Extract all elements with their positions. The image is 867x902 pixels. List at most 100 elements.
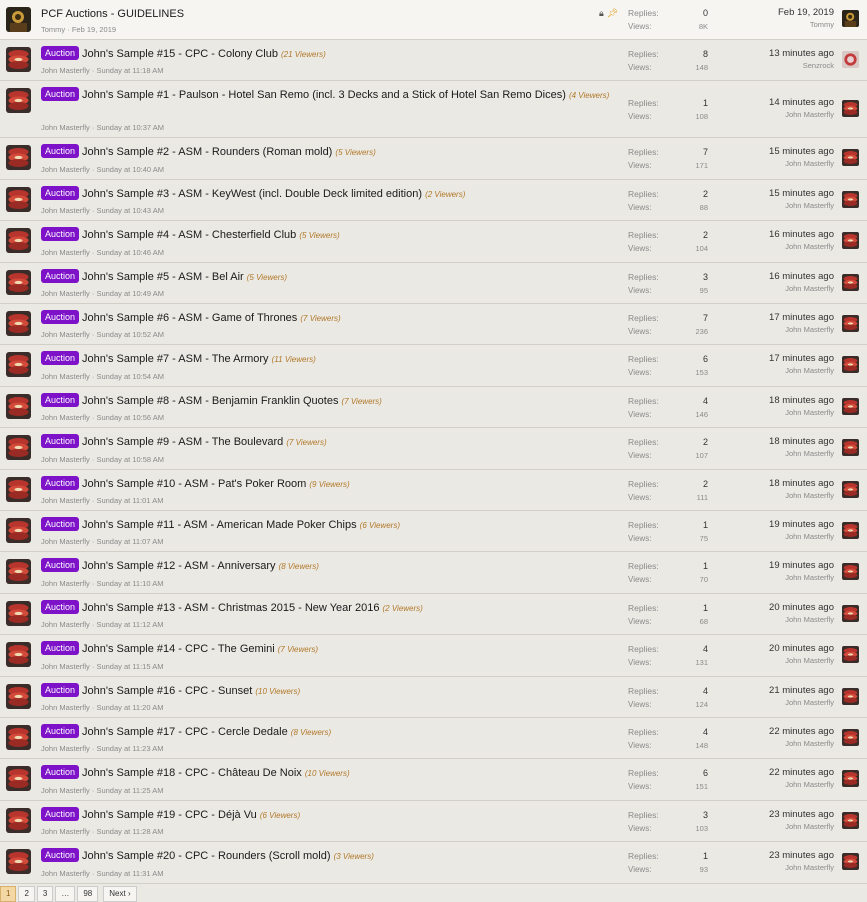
prefix-badge[interactable]: Auction [41, 392, 80, 407]
author-avatar[interactable] [6, 559, 31, 585]
prefix-badge[interactable]: Auction [41, 517, 80, 531]
prefix-badge[interactable]: Auction [41, 227, 80, 242]
last-post-time[interactable]: 20 minutes ago [769, 643, 834, 655]
prefix-badge[interactable]: Auction [41, 682, 80, 697]
thread-start-date[interactable]: Sunday at 11:01 AM [96, 496, 163, 505]
last-poster-avatar[interactable] [842, 480, 859, 498]
author-avatar[interactable] [6, 228, 31, 254]
thread-author[interactable]: John Masterfly [41, 165, 90, 174]
last-post-user[interactable]: John Masterfly [769, 697, 834, 709]
author-avatar[interactable] [6, 766, 31, 792]
thread-author[interactable]: John Masterfly [41, 786, 90, 795]
thread-title-link[interactable]: John's Sample #7 - ASM - The Armory [82, 353, 269, 365]
thread-start-date[interactable]: Sunday at 11:23 AM [96, 744, 163, 753]
thread-row[interactable]: Auction John's Sample #9 - ASM - The Boul… [0, 428, 867, 470]
last-post-user[interactable]: John Masterfly [769, 158, 834, 170]
author-avatar[interactable] [6, 7, 31, 32]
author-avatar[interactable] [6, 269, 31, 295]
last-post-time[interactable]: 18 minutes ago [769, 436, 834, 448]
thread-row[interactable]: PCF Auctions - GUIDELINES Tommy · Feb 19,… [0, 0, 867, 40]
prefix-badge[interactable]: Auction [41, 185, 80, 200]
thread-title-link[interactable]: John's Sample #14 - CPC - The Gemini [82, 643, 275, 655]
thread-row[interactable]: Auction John's Sample #12 - ASM - Anniver… [0, 552, 867, 594]
author-avatar[interactable] [6, 807, 31, 833]
last-poster-avatar[interactable] [842, 100, 859, 118]
thread-author[interactable]: John Masterfly [41, 455, 90, 464]
last-post-time[interactable]: 16 minutes ago [769, 229, 834, 241]
last-post-time[interactable]: 18 minutes ago [769, 478, 834, 490]
last-poster-avatar[interactable] [842, 646, 859, 664]
last-post-time[interactable]: 15 minutes ago [769, 188, 834, 200]
thread-start-date[interactable]: Sunday at 11:15 AM [96, 662, 163, 671]
thread-start-date[interactable]: Sunday at 10:43 AM [96, 206, 164, 215]
author-avatar[interactable] [6, 88, 31, 114]
last-post-time[interactable]: 21 minutes ago [769, 685, 834, 697]
thread-title-link[interactable]: John's Sample #12 - ASM - Anniversary [82, 560, 275, 572]
thread-title-link[interactable]: John's Sample #3 - ASM - KeyWest (incl. … [82, 188, 422, 200]
last-post-user[interactable]: John Masterfly [769, 572, 834, 584]
prefix-badge[interactable]: Auction [41, 599, 80, 614]
author-avatar[interactable] [6, 435, 31, 461]
author-avatar[interactable] [6, 311, 31, 336]
page-link-98[interactable]: 98 [77, 886, 99, 902]
thread-start-date[interactable]: Sunday at 10:46 AM [96, 248, 164, 257]
thread-row[interactable]: Auction John's Sample #2 - ASM - Rounders… [0, 138, 867, 180]
thread-title-link[interactable]: John's Sample #9 - ASM - The Boulevard [82, 436, 283, 448]
page-ellipsis[interactable]: … [55, 886, 76, 902]
thread-author[interactable]: John Masterfly [41, 248, 90, 257]
last-poster-avatar[interactable] [842, 439, 859, 457]
thread-row[interactable]: Auction John's Sample #13 - ASM - Christm… [0, 593, 867, 636]
last-post-user[interactable]: Senzrock [769, 60, 834, 72]
thread-row[interactable]: Auction John's Sample #6 - ASM - Game of … [0, 304, 867, 346]
last-post-time[interactable]: 19 minutes ago [769, 519, 834, 531]
last-post-time[interactable]: 19 minutes ago [769, 560, 834, 572]
author-avatar[interactable] [6, 683, 31, 709]
thread-start-date[interactable]: Sunday at 10:37 AM [96, 123, 164, 132]
thread-author[interactable]: John Masterfly [41, 330, 90, 339]
last-post-user[interactable]: John Masterfly [769, 200, 834, 212]
last-post-user[interactable]: John Masterfly [769, 109, 834, 121]
last-post-user[interactable]: John Masterfly [769, 862, 834, 874]
last-post-user[interactable]: John Masterfly [769, 655, 834, 667]
last-poster-avatar[interactable] [842, 190, 859, 208]
thread-title-link[interactable]: John's Sample #16 - CPC - Sunset [82, 685, 252, 697]
last-post-user[interactable]: John Masterfly [769, 531, 834, 543]
last-poster-avatar[interactable] [842, 149, 859, 167]
author-avatar[interactable] [6, 47, 31, 72]
last-post-user[interactable]: John Masterfly [769, 365, 834, 377]
thread-start-date[interactable]: Sunday at 10:49 AM [96, 289, 164, 298]
thread-author[interactable]: John Masterfly [41, 620, 90, 629]
last-post-time[interactable]: 17 minutes ago [769, 312, 834, 324]
last-poster-avatar[interactable] [842, 356, 859, 374]
thread-title-link[interactable]: John's Sample #10 - ASM - Pat's Poker Ro… [82, 478, 306, 490]
last-post-time[interactable]: 22 minutes ago [769, 767, 834, 779]
last-post-time[interactable]: 13 minutes ago [769, 48, 834, 60]
author-avatar[interactable] [6, 476, 31, 502]
thread-author[interactable]: John Masterfly [41, 744, 90, 753]
thread-author[interactable]: John Masterfly [41, 827, 90, 836]
author-avatar[interactable] [6, 849, 31, 875]
last-post-time[interactable]: 16 minutes ago [769, 271, 834, 283]
last-post-user[interactable]: John Masterfly [769, 779, 834, 791]
thread-start-date[interactable]: Sunday at 10:40 AM [96, 165, 164, 174]
last-post-user[interactable]: Tommy [778, 19, 834, 31]
prefix-badge[interactable]: Auction [41, 806, 80, 821]
thread-row[interactable]: Auction John's Sample #14 - CPC - The Gem… [0, 635, 867, 677]
author-avatar[interactable] [6, 393, 31, 419]
last-post-user[interactable]: John Masterfly [769, 283, 834, 295]
thread-row[interactable]: Auction John's Sample #18 - CPC - Château… [0, 759, 867, 801]
thread-author[interactable]: John Masterfly [41, 123, 90, 132]
prefix-badge[interactable]: Auction [41, 268, 80, 283]
thread-start-date[interactable]: Sunday at 10:52 AM [96, 330, 164, 339]
prefix-badge[interactable]: Auction [41, 351, 80, 366]
last-poster-avatar[interactable] [842, 522, 859, 539]
last-poster-avatar[interactable] [842, 770, 859, 788]
thread-title-link[interactable]: John's Sample #17 - CPC - Cercle Dedale [82, 726, 288, 738]
last-poster-avatar[interactable] [842, 315, 859, 332]
thread-row[interactable]: Auction John's Sample #15 - CPC - Colony … [0, 40, 867, 82]
thread-start-date[interactable]: Sunday at 10:56 AM [96, 413, 164, 422]
thread-author[interactable]: John Masterfly [41, 413, 90, 422]
thread-start-date[interactable]: Sunday at 11:18 AM [96, 66, 163, 75]
thread-row[interactable]: Auction John's Sample #8 - ASM - Benjamin… [0, 386, 867, 429]
thread-start-date[interactable]: Sunday at 11:28 AM [96, 827, 163, 836]
